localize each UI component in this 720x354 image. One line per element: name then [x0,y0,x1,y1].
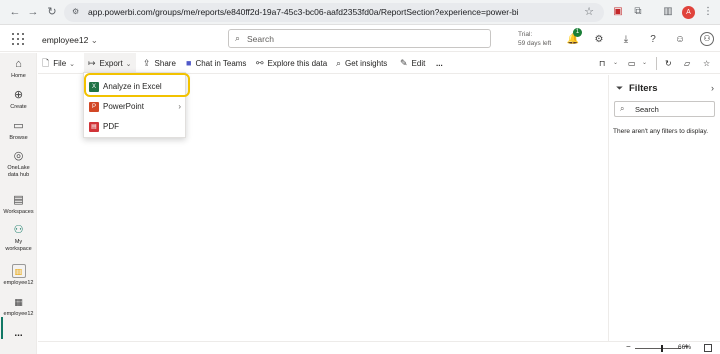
export-menu-button[interactable]: ↦ Export ⌄ [84,53,136,74]
search-icon: ⌕ [620,104,625,113]
nav-report-employee12[interactable]: ▥ employee12 [0,264,37,287]
powerpoint-icon: P [89,102,99,112]
browser-profile-avatar[interactable]: A [682,6,695,19]
report-icon: ▥ [11,264,26,278]
account-avatar[interactable]: ⚇ [700,32,714,46]
filters-pane: ⏷ Filters › ⌕ There aren't any filters t… [608,75,720,341]
browser-menu-icon[interactable]: ⋮ [701,5,715,19]
dataset-icon: ▦ [14,297,23,307]
nav-dataset-employee12[interactable]: ▦ employee12 [0,295,37,318]
chevron-down-icon: ⌄ [90,35,98,45]
filters-empty-message: There aren't any filters to display. [613,128,709,135]
explore-icon: ⚯ [256,58,264,68]
fit-to-page-icon[interactable] [704,344,712,352]
chevron-down-icon: ⌄ [125,61,132,68]
report-action-bar: 🗋 File ⌄ ↦ Export ⌄ ⇪ Share ■ Chat in Teams ⚯ E… [38,53,720,74]
bookmark-star-icon[interactable]: ☆ [584,5,594,18]
download-icon[interactable]: ⤓ [619,33,633,47]
view-icon[interactable]: ▭ [628,53,636,74]
browser-toolbar: ← → ↻ ⚙ app.powerbi.com/groups/me/report… [0,0,720,25]
extensions-icon[interactable]: ⧉ [631,5,645,19]
refresh-icon[interactable]: ↻ [665,53,672,74]
nav-create[interactable]: ⊕ Create [0,88,37,111]
explore-data-button[interactable]: ⚯ Explore this data [256,53,327,74]
settings-icon[interactable]: ⚙ [592,33,606,47]
app-header: employee12 ⌄ ⌕ Trial: 59 days left 🔔 1 ⚙… [0,26,720,52]
left-navigation: ⌂ Home ⊕ Create ▭ Browse ◎ OneLake data … [0,53,37,354]
edit-button[interactable]: ✎ Edit [400,53,425,74]
more-options-button[interactable]: ... [436,53,443,74]
nav-onelake[interactable]: ◎ OneLake data hub [0,149,37,179]
filters-title: Filters [629,83,658,94]
chevron-down-icon[interactable]: ⌄ [642,53,647,74]
person-icon: ⚇ [13,224,24,236]
folder-icon: ▭ [13,120,24,132]
chevron-down-icon[interactable]: ⌄ [613,53,618,74]
workspaces-icon: ▤ [13,194,24,206]
zoom-slider[interactable] [635,348,681,349]
insights-icon: ⌕ [336,58,342,68]
status-bar: − + 66% [38,341,720,354]
address-bar[interactable]: ⚙ app.powerbi.com/groups/me/reports/e840… [64,3,604,22]
bookmark-icon[interactable]: ⊓ [599,53,605,74]
trial-status: Trial: 59 days left [518,31,552,47]
zoom-slider-thumb[interactable] [661,345,663,352]
chat-in-teams-button[interactable]: ■ Chat in Teams [186,53,246,74]
share-icon: ⇪ [143,58,151,68]
chevron-down-icon: ⌄ [69,61,76,68]
file-icon: 🗋 [42,58,50,68]
pdf-icon: ▤ [89,122,99,132]
side-panel-icon[interactable]: ▥ [661,5,675,19]
pencil-icon: ✎ [400,58,408,68]
nav-browse[interactable]: ▭ Browse [0,119,37,142]
zoom-out-button[interactable]: − [626,342,631,351]
export-icon: ↦ [88,58,96,68]
filter-icon: ⏷ [616,83,624,93]
zoom-level: 66% [678,344,692,351]
reload-icon[interactable]: ↻ [45,5,59,19]
back-icon[interactable]: ← [8,5,22,19]
nav-workspaces[interactable]: ▤ Workspaces [0,193,37,216]
share-button[interactable]: ⇪ Share [143,53,176,74]
url-text[interactable]: app.powerbi.com/groups/me/reports/e840ff… [88,7,519,17]
forward-icon[interactable]: → [26,5,40,19]
search-input[interactable] [247,32,477,46]
site-info-icon[interactable]: ⚙ [72,7,79,16]
notification-badge: 1 [573,28,582,37]
nav-home[interactable]: ⌂ Home [0,57,37,80]
feedback-icon[interactable]: ☺ [673,33,687,47]
highlight-annotation [84,73,190,97]
favorite-star-icon[interactable]: ☆ [703,53,710,74]
powerpoint-option[interactable]: P PowerPoint › [84,97,187,117]
filters-search-input[interactable] [635,103,711,115]
global-search[interactable]: ⌕ [228,29,491,48]
pdf-extension-icon[interactable]: ▣ [611,5,625,19]
get-insights-button[interactable]: ⌕ Get insights [336,53,387,74]
create-icon: ⊕ [13,89,24,101]
filters-search[interactable]: ⌕ [614,101,715,117]
nav-more[interactable]: ... [0,329,37,339]
comment-icon[interactable]: ▱ [684,53,690,74]
pdf-option[interactable]: ▤ PDF [84,117,187,137]
onelake-icon: ◎ [13,150,24,162]
chevron-right-icon: › [178,102,181,111]
collapse-filters-icon[interactable]: › [711,83,714,93]
workspace-name[interactable]: employee12 ⌄ [42,35,98,46]
app-launcher-icon[interactable] [12,33,24,45]
nav-my-workspace[interactable]: ⚇ My workspace [0,223,37,253]
teams-icon: ■ [186,58,192,68]
file-menu-button[interactable]: 🗋 File ⌄ [42,53,75,74]
divider [656,57,657,70]
help-icon[interactable]: ? [646,33,660,47]
home-icon: ⌂ [15,58,22,70]
search-icon: ⌕ [235,33,241,43]
